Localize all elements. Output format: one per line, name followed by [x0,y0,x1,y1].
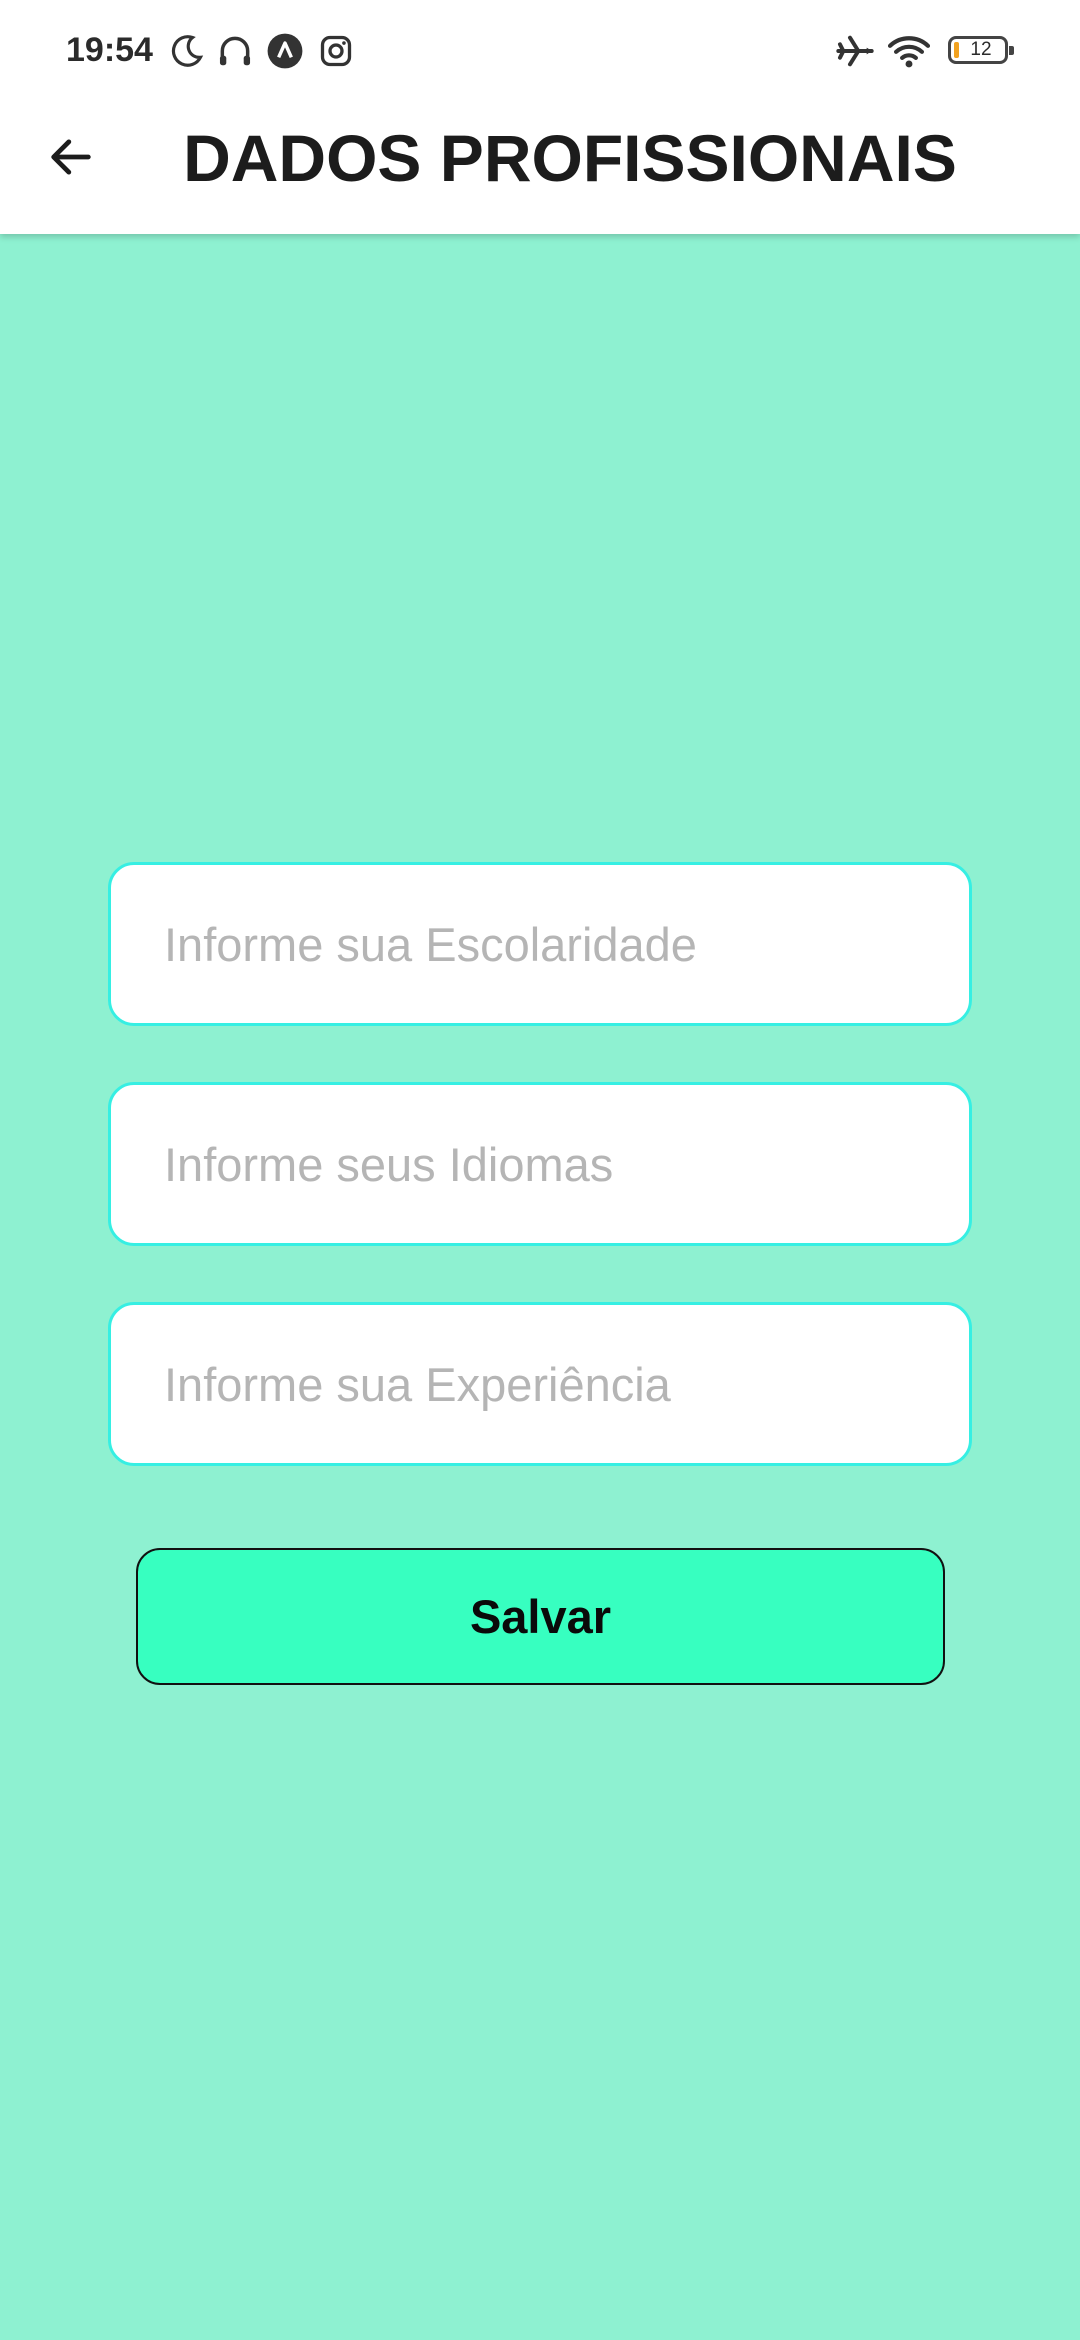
wifi-icon [888,30,930,72]
app-notification-icon [264,30,306,72]
idiomas-input[interactable] [111,1085,969,1243]
airplane-mode-icon [834,30,876,72]
arrow-left-icon [51,139,91,175]
status-time: 19:54 [66,31,153,69]
idiomas-field[interactable] [108,1082,972,1246]
status-bar: 19:54 12 [0,0,1080,100]
instagram-icon [315,30,357,72]
app-bar: DADOS PROFISSIONAIS [0,100,1080,234]
escolaridade-field[interactable] [108,862,972,1026]
battery-icon: 12 [948,36,1014,64]
experiencia-input[interactable] [111,1305,969,1463]
escolaridade-input[interactable] [111,865,969,1023]
back-button[interactable] [36,122,106,192]
save-button[interactable]: Salvar [136,1548,945,1685]
battery-level: 12 [970,39,992,60]
page-title: DADOS PROFISSIONAIS [183,121,957,195]
experiencia-field[interactable] [108,1302,972,1466]
moon-icon [166,30,208,72]
top-bar: 19:54 12 DADOS PROFISSIONAIS [0,0,1080,234]
headset-icon [214,30,256,72]
